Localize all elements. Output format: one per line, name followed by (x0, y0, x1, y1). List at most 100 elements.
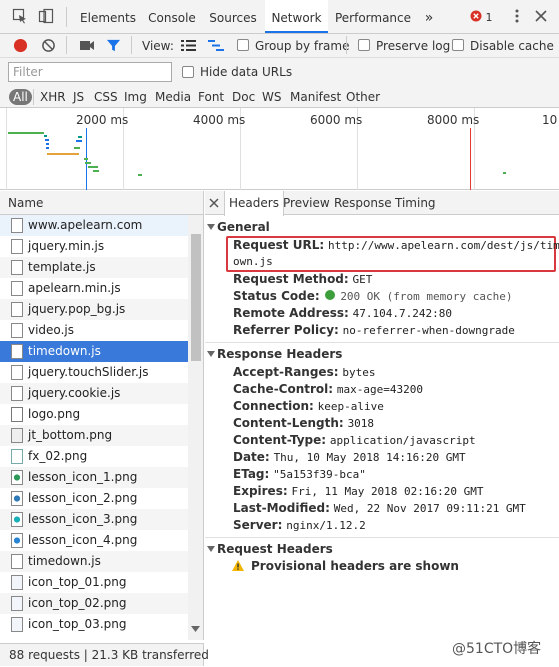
tab-headers[interactable]: Headers (224, 191, 284, 216)
request-row[interactable]: jquery.min.js (0, 236, 188, 257)
type-manifest-button[interactable]: Manifest (290, 89, 341, 105)
scroll-down-arrow-icon[interactable] (191, 626, 200, 633)
type-font-button[interactable]: Font (198, 89, 224, 105)
tab-timing[interactable]: Timing (395, 191, 436, 214)
request-row[interactable]: jt_bottom.png (0, 425, 188, 446)
request-headers-title[interactable]: Request Headers (217, 542, 333, 556)
warning-text: Provisional headers are shown (251, 559, 459, 573)
header-key: Expires: (233, 484, 288, 498)
request-name: logo.png (28, 407, 81, 421)
script-file-icon (11, 323, 23, 338)
header-value: "5a153f39-bca" (273, 468, 366, 481)
collapse-caret-icon[interactable] (207, 546, 215, 552)
tab-preview[interactable]: Preview (283, 191, 330, 214)
scrollbar-thumb[interactable] (191, 234, 201, 361)
type-xhr-button[interactable]: XHR (40, 89, 66, 105)
type-img-button[interactable]: Img (124, 89, 147, 105)
preserve-log-label: Preserve log (376, 39, 451, 53)
referrer-policy-row: Referrer Policy: no-referrer-when-downgr… (233, 323, 515, 337)
clear-icon[interactable] (41, 38, 56, 53)
request-row[interactable]: icon_top_01.png (0, 572, 188, 593)
name-column-header[interactable]: Name (0, 191, 204, 215)
request-bar (44, 135, 47, 137)
request-bar (76, 140, 82, 142)
inspect-element-icon[interactable] (12, 8, 28, 24)
filter-icon[interactable] (106, 38, 121, 53)
response-headers-title[interactable]: Response Headers (217, 347, 342, 361)
request-row[interactable]: lesson_icon_1.png (0, 467, 188, 488)
type-js-button[interactable]: JS (73, 89, 84, 105)
request-row[interactable]: fx_02.png (0, 446, 188, 467)
request-row[interactable]: apelearn.min.js (0, 278, 188, 299)
type-media-button[interactable]: Media (155, 89, 191, 105)
toolbar-separator (131, 36, 132, 54)
request-name: icon_top_02.png (28, 596, 127, 610)
request-row[interactable]: template.js (0, 257, 188, 278)
error-icon[interactable] (470, 10, 482, 22)
request-bar (138, 174, 142, 176)
request-method-key: Request Method: (233, 272, 349, 286)
image-file-icon (11, 617, 23, 632)
request-bar (93, 170, 99, 172)
type-css-button[interactable]: CSS (94, 89, 118, 105)
toolbar-separator (346, 36, 347, 54)
preserve-log-checkbox[interactable] (358, 39, 370, 51)
record-button[interactable] (13, 38, 28, 53)
request-row[interactable]: jquery.pop_bg.js (0, 299, 188, 320)
type-other-button[interactable]: Other (346, 89, 380, 105)
more-options-icon[interactable] (509, 8, 525, 24)
request-row[interactable]: jquery.touchSlider.js (0, 362, 188, 383)
response-header-row: Last-Modified: Wed, 22 Nov 2017 09:11:21… (233, 501, 526, 515)
network-overview-timeline[interactable]: 2000 ms 4000 ms 6000 ms 8000 ms 10 (0, 108, 559, 190)
request-row[interactable]: jquery.cookie.js (0, 383, 188, 404)
status-code-key: Status Code: (233, 289, 320, 303)
general-section-title[interactable]: General (217, 220, 270, 234)
filter-input[interactable] (8, 62, 172, 82)
tabbar-separator (66, 7, 67, 27)
header-key: Content-Length: (233, 416, 344, 430)
tab-response[interactable]: Response (334, 191, 392, 214)
request-row[interactable]: timedown.js (0, 551, 188, 572)
request-method-row: Request Method: GET (233, 272, 372, 286)
request-row[interactable]: lesson_icon_2.png (0, 488, 188, 509)
remote-address-row: Remote Address: 47.104.7.242:80 (233, 306, 452, 320)
script-file-icon (11, 302, 23, 317)
request-name: jquery.cookie.js (28, 386, 121, 400)
type-all-button[interactable]: All (9, 89, 32, 105)
type-ws-button[interactable]: WS (262, 89, 281, 105)
collapse-caret-icon[interactable] (207, 351, 215, 357)
tab-sources[interactable]: Sources (204, 0, 262, 33)
more-tabs-button[interactable]: » (418, 0, 440, 33)
request-row[interactable]: icon_top_02.png (0, 593, 188, 614)
request-row-selected[interactable]: timedown.js (0, 341, 188, 362)
tab-console[interactable]: Console (144, 0, 200, 33)
group-by-frame-checkbox[interactable] (237, 39, 249, 51)
tab-performance[interactable]: Performance (331, 0, 415, 33)
request-row[interactable]: logo.png (0, 404, 188, 425)
request-method-value: GET (352, 273, 373, 286)
tab-network[interactable]: Network (265, 0, 328, 33)
type-doc-button[interactable]: Doc (232, 89, 255, 105)
request-row[interactable]: www.apelearn.com (0, 215, 188, 236)
request-row[interactable]: icon_top_03.png (0, 614, 188, 635)
request-row[interactable]: video.js (0, 320, 188, 341)
request-row[interactable]: lesson_icon_4.png (0, 530, 188, 551)
resource-type-filter: All XHR JS CSS Img Media Font Doc WS Man… (0, 86, 559, 108)
timeline-gridline (6, 108, 7, 190)
disable-cache-checkbox[interactable] (452, 39, 464, 51)
collapse-caret-icon[interactable] (207, 224, 215, 230)
header-key: ETag: (233, 467, 270, 481)
device-toolbar-icon[interactable] (38, 8, 54, 24)
large-rows-icon[interactable] (181, 39, 196, 52)
tab-elements[interactable]: Elements (75, 0, 141, 33)
response-header-row: Content-Type: application/javascript (233, 433, 476, 447)
hide-data-urls-checkbox[interactable] (182, 66, 194, 78)
close-devtools-icon[interactable] (533, 8, 549, 24)
request-row[interactable]: lesson_icon_3.png (0, 509, 188, 530)
request-url-row: Request URL: http://www.apelearn.com/des… (233, 238, 559, 252)
screenshot-camera-icon[interactable] (79, 39, 95, 52)
waterfall-overview-icon[interactable] (208, 39, 224, 52)
close-detail-icon[interactable] (209, 198, 219, 208)
request-name: template.js (28, 260, 96, 274)
response-header-row: Connection: keep-alive (233, 399, 384, 413)
